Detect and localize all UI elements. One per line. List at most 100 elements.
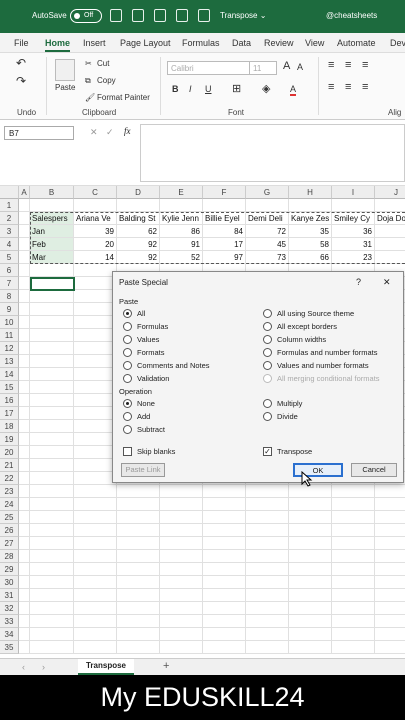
grid-cell[interactable]	[19, 433, 30, 446]
grid-cell[interactable]	[246, 524, 289, 537]
cell-h5[interactable]: 66	[289, 251, 332, 264]
cell-c5[interactable]: 14	[74, 251, 117, 264]
cell-f3[interactable]: 84	[203, 225, 246, 238]
scroll-right-icon[interactable]: ›	[42, 662, 45, 672]
grid-cell[interactable]	[30, 446, 74, 459]
image-icon[interactable]	[154, 9, 166, 22]
grid-cell[interactable]	[246, 563, 289, 576]
cell-d5[interactable]: 92	[117, 251, 160, 264]
grid-cell[interactable]	[246, 641, 289, 654]
cell-b5[interactable]: Mar	[30, 251, 74, 264]
label-paste-source-theme[interactable]: All using Source theme	[277, 309, 354, 318]
cancel-button[interactable]: Cancel	[351, 463, 397, 477]
row-header[interactable]: 19	[0, 433, 19, 446]
align-right-icon[interactable]: ≡	[362, 81, 368, 93]
grid-cell[interactable]	[117, 511, 160, 524]
grid-cell[interactable]	[289, 498, 332, 511]
label-paste-validation[interactable]: Validation	[137, 374, 169, 383]
grid-cell[interactable]	[160, 563, 203, 576]
align-top-icon[interactable]: ≡	[328, 59, 334, 71]
fx-label[interactable]: fx	[124, 126, 131, 136]
grid-cell[interactable]	[30, 589, 74, 602]
grid-cell[interactable]	[203, 199, 246, 212]
grid-cell[interactable]	[332, 550, 375, 563]
grid-cell[interactable]	[117, 628, 160, 641]
grid-cell[interactable]	[19, 537, 30, 550]
row-header[interactable]: 24	[0, 498, 19, 511]
grid-cell[interactable]	[19, 303, 30, 316]
grid-cell[interactable]	[19, 329, 30, 342]
cell-i2[interactable]: Smiley Cy	[332, 212, 375, 225]
grid-cell[interactable]	[289, 199, 332, 212]
grid-cell[interactable]	[375, 602, 405, 615]
grid-cell[interactable]	[30, 472, 74, 485]
grid-cell[interactable]	[203, 628, 246, 641]
grid-cell[interactable]	[332, 615, 375, 628]
grid-cell[interactable]	[246, 628, 289, 641]
label-op-divide[interactable]: Divide	[277, 412, 298, 421]
grid-cell[interactable]	[203, 537, 246, 550]
grid-cell[interactable]	[74, 628, 117, 641]
grid-cell[interactable]	[30, 368, 74, 381]
grid-cell[interactable]	[117, 615, 160, 628]
cell-c2[interactable]: Ariana Ve	[74, 212, 117, 225]
borders-icon[interactable]: ⊞	[232, 82, 241, 95]
chart-icon[interactable]	[176, 9, 188, 22]
row-header[interactable]: 28	[0, 550, 19, 563]
grid-cell[interactable]	[246, 615, 289, 628]
grid-cell[interactable]	[19, 290, 30, 303]
grid-cell[interactable]	[332, 602, 375, 615]
grid-cell[interactable]	[74, 277, 117, 290]
grid-cell[interactable]	[30, 537, 74, 550]
grid-cell[interactable]	[203, 641, 246, 654]
row-header[interactable]: 35	[0, 641, 19, 654]
row-header[interactable]: 14	[0, 368, 19, 381]
close-icon[interactable]: ✕	[383, 277, 391, 288]
grid-cell[interactable]	[117, 602, 160, 615]
grid-cell[interactable]	[30, 576, 74, 589]
radio-op-multiply[interactable]	[263, 399, 272, 408]
grid-cell[interactable]	[30, 615, 74, 628]
grid-cell[interactable]	[160, 576, 203, 589]
grid-cell[interactable]	[74, 303, 117, 316]
grid-cell[interactable]	[332, 589, 375, 602]
grid-cell[interactable]	[74, 290, 117, 303]
column-header-f[interactable]: F	[203, 186, 246, 199]
grid-cell[interactable]	[19, 407, 30, 420]
grid-cell[interactable]	[289, 628, 332, 641]
cell-d2[interactable]: Balding St	[117, 212, 160, 225]
document-title[interactable]: Transpose ⌄	[220, 11, 266, 20]
grid-cell[interactable]	[160, 485, 203, 498]
cell-i4[interactable]: 31	[332, 238, 375, 251]
row-header[interactable]: 34	[0, 628, 19, 641]
grid-cell[interactable]	[375, 628, 405, 641]
grid-cell[interactable]	[246, 602, 289, 615]
grid-cell[interactable]	[19, 264, 30, 277]
radio-op-subtract[interactable]	[123, 425, 132, 434]
bold-button[interactable]: B	[172, 84, 179, 94]
name-box[interactable]: B7	[4, 126, 74, 140]
grid-cell[interactable]	[74, 329, 117, 342]
column-header-d[interactable]: D	[117, 186, 160, 199]
cell-h2[interactable]: Kanye Zes	[289, 212, 332, 225]
grid-cell[interactable]	[74, 316, 117, 329]
grid-cell[interactable]	[160, 498, 203, 511]
radio-paste-values-number-formats[interactable]	[263, 361, 272, 370]
grid-cell[interactable]	[19, 355, 30, 368]
cell-f5[interactable]: 97	[203, 251, 246, 264]
row-header[interactable]: 15	[0, 381, 19, 394]
row-header[interactable]: 3	[0, 225, 19, 238]
label-paste-comments[interactable]: Comments and Notes	[137, 361, 210, 370]
label-transpose[interactable]: Transpose	[277, 447, 312, 456]
radio-paste-column-widths[interactable]	[263, 335, 272, 344]
grid-cell[interactable]	[30, 290, 74, 303]
row-header[interactable]: 23	[0, 485, 19, 498]
undo-icon[interactable]: ↶	[16, 56, 26, 70]
help-button[interactable]: ?	[356, 277, 361, 287]
save-icon[interactable]	[110, 9, 122, 22]
grid-cell[interactable]	[19, 251, 30, 264]
grid-cell[interactable]	[19, 485, 30, 498]
cell-g5[interactable]: 73	[246, 251, 289, 264]
grid-cell[interactable]	[30, 433, 74, 446]
grid-cell[interactable]	[30, 550, 74, 563]
